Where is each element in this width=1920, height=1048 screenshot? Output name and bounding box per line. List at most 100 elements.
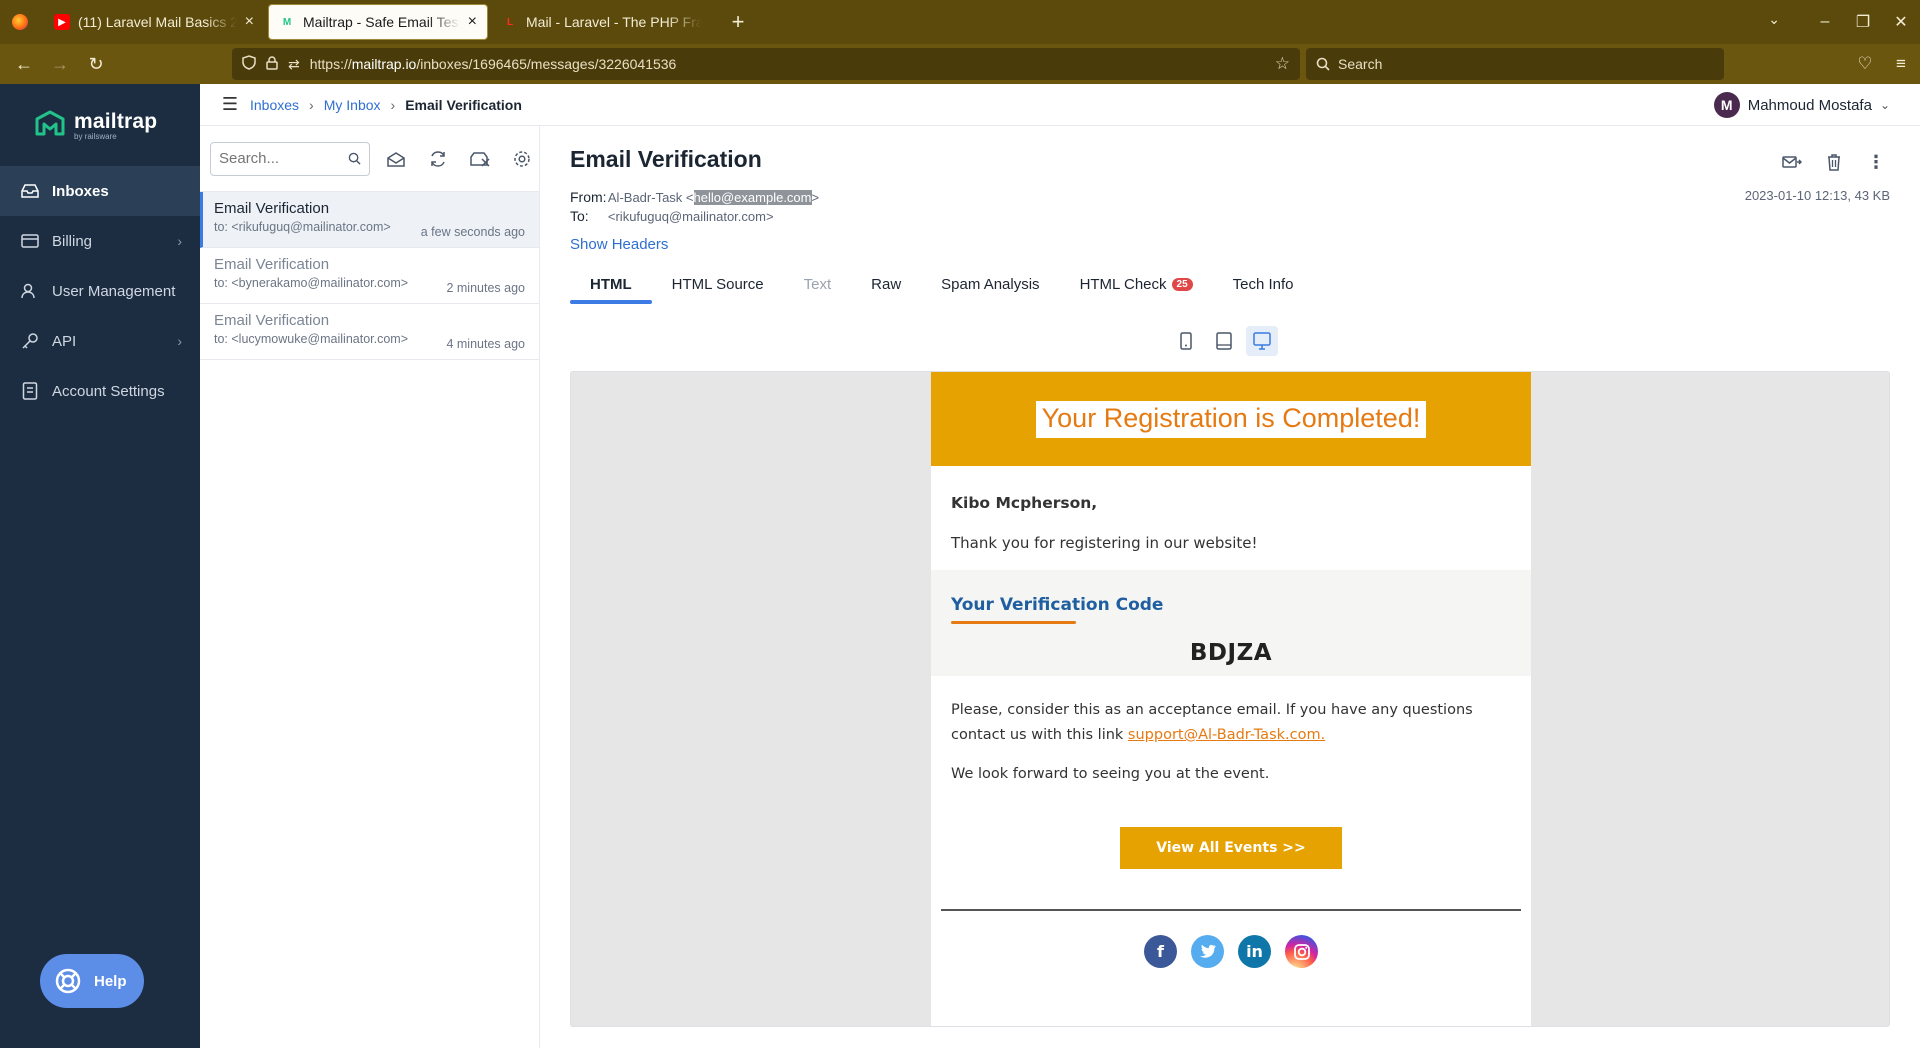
breadcrumb-my-inbox[interactable]: My Inbox: [324, 97, 381, 113]
sidebar-item-label: API: [52, 332, 77, 350]
email-thanks-text: Thank you for registering in our website…: [951, 534, 1258, 552]
verification-code: BDJZA: [1189, 640, 1273, 666]
tab-label: Raw: [871, 275, 902, 293]
code-label-underline: [951, 621, 1076, 624]
instagram-icon[interactable]: [1285, 935, 1318, 968]
message-tabs: HTML HTML Source Text Raw Spam Analysis …: [570, 266, 1314, 304]
hamburger-menu-icon[interactable]: ☰: [210, 94, 250, 115]
verification-code-label: Your Verification Code: [951, 595, 1164, 615]
linkedin-icon[interactable]: in: [1238, 935, 1271, 968]
permissions-icon[interactable]: ⇄: [288, 56, 300, 73]
mobile-view-icon[interactable]: [1170, 326, 1202, 356]
tab-tech-info[interactable]: Tech Info: [1213, 266, 1314, 302]
close-window-icon[interactable]: ✕: [1882, 12, 1920, 32]
close-icon[interactable]: ×: [245, 14, 254, 30]
search-input[interactable]: [219, 150, 348, 167]
tab-label: Text: [803, 275, 832, 293]
browser-search-bar[interactable]: Search: [1306, 48, 1724, 80]
search-icon: [348, 152, 361, 165]
tab-spam-analysis[interactable]: Spam Analysis: [921, 266, 1059, 302]
sidebar-item-user-management[interactable]: User Management: [0, 266, 200, 316]
email-header-banner: Your Registration is Completed!: [931, 372, 1531, 466]
chevron-down-icon[interactable]: ⌄: [1768, 11, 1780, 28]
minimize-icon[interactable]: –: [1806, 13, 1844, 31]
browser-tab-youtube[interactable]: ▶ (11) Laravel Mail Basics 2023 ×: [44, 4, 264, 40]
document-icon: [20, 381, 40, 401]
more-vertical-icon[interactable]: ⋮: [1862, 148, 1890, 176]
sidebar-item-inboxes[interactable]: Inboxes: [0, 166, 200, 216]
tab-html-check[interactable]: HTML Check 25: [1060, 266, 1213, 302]
message-time: 4 minutes ago: [446, 337, 525, 351]
tab-html-source[interactable]: HTML Source: [652, 266, 784, 302]
sidebar-item-billing[interactable]: Billing ›: [0, 216, 200, 266]
list-toolbar: [200, 126, 539, 192]
lock-icon[interactable]: [266, 55, 278, 73]
user-name: Mahmoud Mostafa: [1747, 96, 1872, 114]
trash-icon[interactable]: [1820, 148, 1848, 176]
sidebar-item-label: User Management: [52, 282, 176, 300]
breadcrumb-inboxes[interactable]: Inboxes: [250, 97, 299, 113]
list-item[interactable]: Email Verification to: <rikufuguq@mailin…: [200, 192, 539, 248]
search-icon: [1316, 57, 1330, 71]
url-bar[interactable]: ⇄ https://mailtrap.io/inboxes/1696465/me…: [232, 48, 1300, 80]
forward-icon[interactable]: →: [42, 54, 78, 75]
browser-tab-laravel[interactable]: L Mail - Laravel - The PHP Framework: [492, 4, 712, 40]
gear-icon[interactable]: [506, 143, 538, 175]
menu-icon[interactable]: ≡: [1888, 54, 1914, 74]
app-header: ☰ Inboxes › My Inbox › Email Verificatio…: [200, 84, 1920, 126]
message-subject: Email Verification: [214, 200, 330, 217]
tab-html[interactable]: HTML: [570, 266, 652, 304]
show-headers-link[interactable]: Show Headers: [570, 236, 668, 253]
tab-label: Spam Analysis: [941, 275, 1040, 293]
sidebar: mailtrap by railsware Inboxes Billing › …: [0, 84, 200, 1048]
inbox-icon: [20, 181, 40, 201]
user-menu[interactable]: M Mahmoud Mostafa ⌄: [1713, 92, 1890, 118]
to-label: To:: [570, 208, 589, 224]
shield-icon[interactable]: [242, 55, 256, 73]
sidebar-item-account-settings[interactable]: Account Settings: [0, 366, 200, 416]
logo-text: mailtrap: [74, 109, 158, 133]
pocket-icon[interactable]: ♡: [1852, 54, 1878, 74]
tab-label: Tech Info: [1232, 275, 1294, 293]
html-check-badge: 25: [1171, 277, 1193, 291]
sidebar-item-api[interactable]: API ›: [0, 316, 200, 366]
breadcrumb: Inboxes › My Inbox › Email Verification: [250, 97, 522, 113]
list-item[interactable]: Email Verification to: <bynerakamo@maili…: [200, 248, 539, 304]
tablet-view-icon[interactable]: [1208, 326, 1240, 356]
tab-text[interactable]: Text: [784, 266, 852, 302]
tab-raw[interactable]: Raw: [851, 266, 921, 302]
user-icon: [20, 281, 40, 301]
list-item[interactable]: Email Verification to: <lucymowuke@maili…: [200, 304, 539, 360]
browser-tab-bar: ▶ (11) Laravel Mail Basics 2023 × M Mail…: [0, 0, 1920, 44]
divider: [941, 909, 1521, 911]
twitter-icon[interactable]: [1191, 935, 1224, 968]
new-tab-button[interactable]: +: [724, 9, 752, 35]
restore-icon[interactable]: ❐: [1844, 12, 1882, 32]
back-icon[interactable]: ←: [6, 54, 42, 75]
firefox-icon[interactable]: [0, 0, 40, 44]
forward-email-icon[interactable]: [1778, 148, 1806, 176]
sidebar-item-label: Inboxes: [52, 182, 109, 200]
browser-nav-bar: ← → ↻ ⇄ https://mailtrap.io/inboxes/1696…: [0, 44, 1920, 84]
clear-inbox-icon[interactable]: [464, 143, 496, 175]
support-email-link[interactable]: support@Al-Badr-Task.com.: [1128, 727, 1325, 743]
desktop-view-icon[interactable]: [1246, 326, 1278, 356]
chevron-right-icon: ›: [177, 233, 182, 249]
reload-icon[interactable]: ↻: [78, 54, 114, 75]
mailtrap-logo[interactable]: mailtrap by railsware: [0, 84, 200, 166]
close-icon[interactable]: ×: [468, 14, 477, 30]
tab-label: HTML: [590, 275, 632, 293]
email-paragraphs: Please, consider this as an acceptance e…: [931, 676, 1531, 787]
bookmark-star-icon[interactable]: ☆: [1275, 54, 1290, 74]
window-controls: – ❐ ✕: [1806, 0, 1920, 44]
help-button[interactable]: Help: [40, 954, 144, 1008]
message-date-size: 2023-01-10 12:13, 43 KB: [1744, 188, 1890, 203]
mark-read-icon[interactable]: [380, 143, 412, 175]
key-icon: [20, 331, 40, 351]
view-all-events-button[interactable]: View All Events >>: [1120, 827, 1342, 869]
facebook-icon[interactable]: f: [1144, 935, 1177, 968]
chevron-right-icon: ›: [390, 96, 396, 113]
message-search[interactable]: [210, 141, 370, 176]
browser-tab-mailtrap[interactable]: M Mailtrap - Safe Email Testing ×: [268, 4, 488, 40]
refresh-icon[interactable]: [422, 143, 454, 175]
